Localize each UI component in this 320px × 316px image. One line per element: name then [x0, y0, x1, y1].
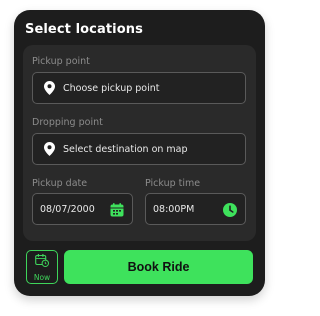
clock-icon[interactable]	[222, 202, 237, 217]
dropping-point-placeholder: Select destination on map	[63, 143, 188, 155]
calendar-icon[interactable]	[109, 202, 124, 217]
map-pin-icon	[43, 142, 55, 156]
pickup-date-value: 08/07/2000	[40, 203, 95, 215]
pickup-point-field[interactable]: Choose pickup point	[32, 72, 246, 104]
pickup-point-label: Pickup point	[32, 56, 90, 67]
calendar-clock-icon	[35, 252, 50, 271]
map-pin-icon	[43, 81, 55, 95]
dropping-point-label: Dropping point	[32, 117, 103, 128]
now-button[interactable]: Now	[26, 250, 58, 284]
now-button-label: Now	[33, 273, 51, 282]
pickup-time-label: Pickup time	[145, 178, 201, 189]
location-form-panel: Pickup point Choose pickup point Droppin…	[23, 45, 256, 241]
pickup-date-field[interactable]: 08/07/2000	[32, 193, 133, 225]
dropping-point-field[interactable]: Select destination on map	[32, 133, 246, 165]
pickup-time-value: 08:00PM	[153, 203, 195, 215]
book-ride-button[interactable]: Book Ride	[64, 250, 253, 284]
select-locations-card: Select locations Pickup point Choose pic…	[14, 10, 265, 296]
pickup-point-placeholder: Choose pickup point	[63, 82, 160, 94]
card-title: Select locations	[25, 22, 143, 37]
pickup-time-field[interactable]: 08:00PM	[145, 193, 246, 225]
pickup-date-label: Pickup date	[32, 178, 88, 189]
